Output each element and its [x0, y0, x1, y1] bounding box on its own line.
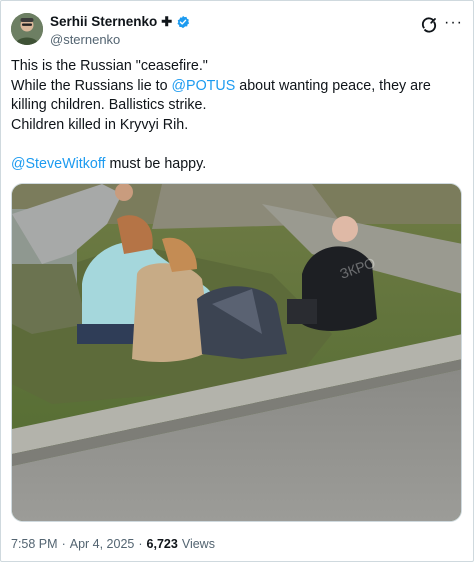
avatar[interactable]: [11, 13, 43, 45]
mention-stevewitkoff[interactable]: @SteveWitkoff: [11, 156, 106, 172]
tweet-line-2-start: While the Russians lie to: [11, 77, 172, 94]
tweet-line-1: This is the Russian "ceasefire.": [11, 58, 208, 74]
tweet-date[interactable]: Apr 4, 2025: [70, 537, 135, 551]
tweet-line-4: @SteveWitkoff must be happy.: [11, 155, 463, 175]
tweet-time[interactable]: 7:58 PM: [11, 537, 58, 551]
mention-potus[interactable]: @POTUS: [172, 78, 236, 94]
verified-badge-icon[interactable]: [176, 15, 190, 29]
tweet-line-3: Children killed in Kryvyi Rih.: [11, 116, 189, 133]
meta-separator: ·: [138, 537, 143, 551]
tweet-photo[interactable]: ЗКРО: [11, 183, 462, 522]
name-row: Serhii Sternenko ✚: [50, 14, 190, 29]
display-name[interactable]: Serhii Sternenko: [50, 14, 157, 29]
cross-icon: ✚: [161, 14, 173, 29]
tweet-text: This is the Russian "ceasefire." While t…: [11, 57, 463, 174]
more-options-icon[interactable]: ···: [444, 14, 463, 32]
tweet-line-2: While the Russians lie to @POTUS about w…: [11, 77, 463, 116]
tweet-meta: 7:58 PM · Apr 4, 2025 · 6,723 Views: [11, 537, 215, 551]
views-count[interactable]: 6,723: [147, 537, 178, 551]
views-label: Views: [181, 537, 215, 551]
tweet-line-4-end: must be happy.: [105, 155, 207, 172]
author-handle[interactable]: @sternenko: [50, 32, 120, 47]
tweet-header: Serhii Sternenko ✚ @sternenko ···: [11, 13, 463, 49]
grok-icon[interactable]: [421, 17, 437, 33]
meta-separator: ·: [61, 537, 66, 551]
